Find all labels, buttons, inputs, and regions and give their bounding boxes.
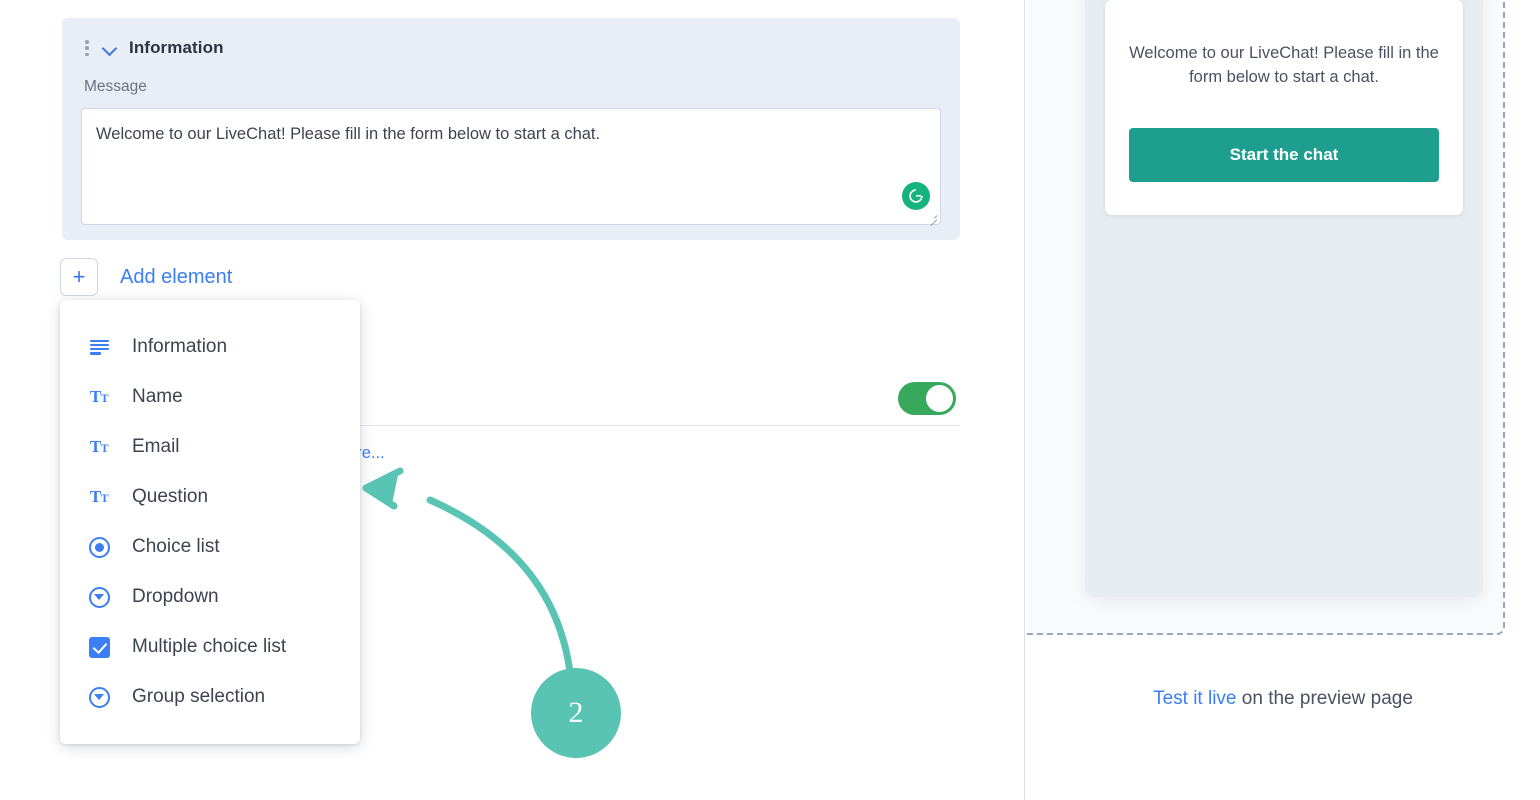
preview-column: Welcome to our LiveChat! Please fill in … — [1024, 0, 1540, 800]
text-size-icon: TT — [89, 387, 109, 406]
message-field-label: Message — [84, 78, 147, 95]
step-badge-2: 2 — [531, 668, 621, 758]
add-element-dropdown-menu: Information TT Name TT Email TT Question… — [60, 300, 360, 744]
menu-item-choice-list[interactable]: Choice list — [60, 522, 360, 572]
add-element-plus-button[interactable]: + — [60, 258, 98, 296]
drag-dots-icon[interactable] — [80, 38, 94, 58]
information-panel-title: Information — [129, 38, 224, 57]
menu-item-label: Question — [132, 486, 209, 507]
circle-caret-down-icon — [86, 584, 112, 610]
circle-caret-down-icon — [86, 684, 112, 710]
menu-item-label: Multiple choice list — [132, 636, 287, 657]
menu-item-multiple-choice-list[interactable]: Multiple choice list — [60, 622, 360, 672]
information-element-panel: Information Message Welcome to our LiveC… — [62, 18, 960, 240]
menu-item-dropdown[interactable]: Dropdown — [60, 572, 360, 622]
chat-widget-preview: Welcome to our LiveChat! Please fill in … — [1085, 0, 1483, 597]
add-element-row: + Add element — [60, 258, 232, 296]
message-textarea[interactable]: Welcome to our LiveChat! Please fill in … — [81, 108, 941, 225]
app-root: Information Message Welcome to our LiveC… — [0, 0, 1540, 800]
menu-item-email[interactable]: TT Email — [60, 422, 360, 472]
information-panel-header: Information — [80, 36, 224, 60]
widget-greeting-card: Welcome to our LiveChat! Please fill in … — [1105, 0, 1463, 215]
checkbox-checked-icon — [86, 634, 112, 660]
add-element-label[interactable]: Add element — [120, 266, 232, 289]
radio-button-icon — [86, 534, 112, 560]
text-size-icon: TT — [89, 437, 109, 456]
menu-item-label: Dropdown — [132, 586, 219, 607]
preview-footer-text: on the preview page — [1236, 688, 1413, 709]
menu-item-label: Email — [132, 436, 180, 457]
message-textarea-value: Welcome to our LiveChat! Please fill in … — [96, 125, 601, 143]
chevron-down-icon[interactable] — [100, 38, 120, 58]
form-editor-column: Information Message Welcome to our LiveC… — [0, 0, 1024, 800]
menu-item-label: Name — [132, 386, 183, 407]
greeting-toggle[interactable] — [898, 382, 956, 415]
menu-item-group-selection[interactable]: Group selection — [60, 672, 360, 722]
menu-item-name[interactable]: TT Name — [60, 372, 360, 422]
toggle-knob — [926, 385, 953, 412]
menu-item-label: Group selection — [132, 686, 266, 707]
preview-footer: Test it live on the preview page — [1025, 688, 1540, 710]
menu-item-question[interactable]: TT Question — [60, 472, 360, 522]
grammarly-icon[interactable] — [902, 182, 930, 210]
text-lines-icon — [86, 334, 112, 360]
menu-item-label: Information — [132, 336, 228, 357]
textarea-resize-handle[interactable] — [927, 212, 937, 222]
text-size-icon: TT — [89, 487, 109, 506]
test-it-live-link[interactable]: Test it live — [1153, 688, 1236, 709]
menu-item-label: Choice list — [132, 536, 220, 557]
widget-welcome-message: Welcome to our LiveChat! Please fill in … — [1129, 44, 1439, 86]
start-the-chat-button[interactable]: Start the chat — [1129, 128, 1439, 182]
menu-item-information[interactable]: Information — [60, 322, 360, 372]
